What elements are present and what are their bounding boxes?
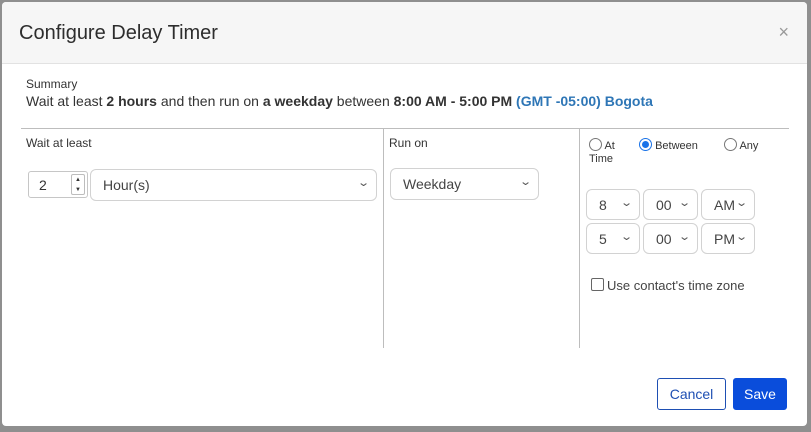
summary-label: Summary: [26, 77, 78, 91]
configure-delay-timer-dialog: Configure Delay Timer × Summary Wait at …: [2, 2, 807, 426]
column-divider: [383, 129, 384, 348]
summary-text: Wait at least 2 hours and then run on a …: [26, 93, 653, 109]
dialog-title: Configure Delay Timer: [19, 22, 218, 44]
end-hour-value: 5: [599, 231, 607, 247]
chevron-down-icon: ⌄: [677, 231, 691, 243]
wait-label: Wait at least: [26, 136, 92, 150]
start-ampm-select[interactable]: AM ⌄: [701, 189, 755, 220]
summary-part: and then run on: [156, 93, 263, 109]
dialog-header: Configure Delay Timer ×: [2, 2, 807, 64]
chevron-down-icon: ⌄: [619, 197, 633, 209]
chevron-down-icon: ⌄: [619, 231, 633, 243]
column-divider: [579, 129, 580, 348]
end-ampm-select[interactable]: PM ⌄: [701, 223, 755, 254]
run-on-label: Run on: [389, 136, 428, 150]
chevron-down-icon: ⌄: [518, 176, 532, 188]
start-minute-value: 00: [656, 197, 672, 213]
start-ampm-value: AM: [714, 197, 735, 213]
section-divider: [21, 128, 789, 129]
end-minute-value: 00: [656, 231, 672, 247]
contact-timezone-label[interactable]: Use contact's time zone: [607, 278, 745, 293]
summary-part: Wait at least: [26, 93, 107, 109]
wait-amount-value: 2: [39, 177, 47, 193]
chevron-down-icon: ⌄: [677, 197, 691, 209]
wait-unit-select[interactable]: Hour(s) ⌄: [90, 169, 377, 201]
contact-timezone-checkbox[interactable]: [591, 278, 604, 291]
end-ampm-value: PM: [714, 231, 735, 247]
radio-between-button[interactable]: [639, 138, 652, 151]
start-minute-select[interactable]: 00 ⌄: [643, 189, 698, 220]
radio-at-time-button[interactable]: [589, 138, 602, 151]
caret-up-icon[interactable]: ▲: [72, 175, 84, 185]
start-hour-select[interactable]: 8 ⌄: [586, 189, 640, 220]
summary-part: between: [332, 93, 394, 109]
chevron-down-icon: ⌄: [356, 177, 370, 189]
chevron-down-icon: ⌄: [734, 197, 748, 209]
radio-at-time-label: At: [604, 140, 615, 152]
start-hour-value: 8: [599, 197, 607, 213]
chevron-down-icon: ⌄: [734, 231, 748, 243]
radio-any-label: Any: [739, 140, 759, 152]
summary-day: a weekday: [262, 93, 333, 109]
radio-between-label: Between: [655, 140, 698, 152]
radio-at-time[interactable]: At Time: [589, 138, 615, 166]
save-button[interactable]: Save: [733, 378, 787, 410]
radio-any-button[interactable]: [724, 138, 737, 151]
run-on-select[interactable]: Weekday ⌄: [390, 168, 539, 200]
radio-any[interactable]: Any: [724, 138, 758, 152]
summary-duration: 2 hours: [106, 93, 157, 109]
run-on-value: Weekday: [403, 176, 462, 192]
end-minute-select[interactable]: 00 ⌄: [643, 223, 698, 254]
caret-down-icon[interactable]: ▼: [72, 185, 84, 195]
summary-timezone: (GMT -05:00) Bogota: [516, 93, 653, 109]
wait-amount-stepper[interactable]: 2 ▲ ▼: [28, 171, 88, 198]
close-icon[interactable]: ×: [778, 23, 789, 41]
cancel-button[interactable]: Cancel: [657, 378, 726, 410]
wait-unit-value: Hour(s): [103, 177, 150, 193]
summary-window: 8:00 AM - 5:00 PM: [393, 93, 513, 109]
radio-at-time-label: Time: [589, 153, 614, 165]
stepper-arrows[interactable]: ▲ ▼: [71, 174, 85, 195]
summary-section: Summary Wait at least 2 hours and then r…: [26, 77, 653, 109]
radio-between[interactable]: Between: [639, 138, 698, 152]
end-hour-select[interactable]: 5 ⌄: [586, 223, 640, 254]
